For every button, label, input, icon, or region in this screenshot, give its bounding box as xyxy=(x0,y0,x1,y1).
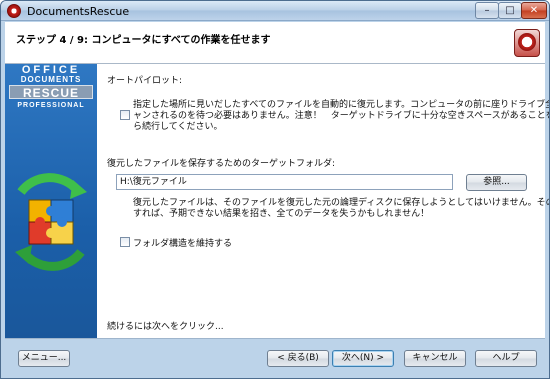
minimize-button[interactable]: – xyxy=(475,2,499,19)
autopilot-desc-line-3: ら続行してください。 xyxy=(133,122,223,132)
logo-ring xyxy=(518,33,536,51)
help-button[interactable]: ヘルプ xyxy=(475,350,537,367)
browse-button[interactable]: 参照... xyxy=(466,174,527,191)
wizard-header: ステップ 4 / 9: コンピュータにすべての作業を任せます xyxy=(5,22,545,64)
app-window: DocumentsRescue – □ ✕ ステップ 4 / 9: コンピュータ… xyxy=(0,0,550,379)
autopilot-label: オートパイロット: xyxy=(107,76,183,86)
lifebuoy-logo-icon xyxy=(514,29,540,57)
back-button[interactable]: < 戻る(B) xyxy=(267,350,329,367)
cancel-button[interactable]: キャンセル xyxy=(404,350,466,367)
menu-button[interactable]: メニュー... xyxy=(18,350,70,367)
brand-sidebar: OFFICE DOCUMENTS RESCUE PROFESSIONAL xyxy=(5,64,97,338)
window-title: DocumentsRescue xyxy=(27,5,130,18)
step-title: ステップ 4 / 9: コンピュータにすべての作業を任せます xyxy=(16,35,271,46)
brand-professional: PROFESSIONAL xyxy=(17,102,85,109)
brand-rescue: RESCUE xyxy=(9,85,93,100)
autopilot-checkbox[interactable] xyxy=(120,110,130,120)
target-folder-label: 復元したファイルを保存するためのターゲットフォルダ: xyxy=(107,159,336,169)
footer-separator xyxy=(5,338,545,339)
warning-line-2: すれば、予期できない結果を招き、全てのデータを失うかもしれません！ xyxy=(133,209,430,219)
close-button[interactable]: ✕ xyxy=(521,2,547,19)
keep-structure-checkbox[interactable] xyxy=(120,237,130,247)
next-button[interactable]: 次へ(N) > xyxy=(332,350,394,367)
keep-structure-label[interactable]: フォルダ構造を維持する xyxy=(133,236,232,249)
wizard-content: オートパイロット: 指定した場所に見いだしたすべてのファイルを自動的に復元します… xyxy=(97,64,549,338)
maximize-button[interactable]: □ xyxy=(498,2,522,19)
target-folder-input[interactable]: H:\復元ファイル xyxy=(116,174,453,190)
brand-documents: DOCUMENTS xyxy=(20,75,82,84)
puzzle-recycle-icon xyxy=(15,173,87,271)
title-bar[interactable]: DocumentsRescue – □ ✕ xyxy=(1,1,549,21)
app-logo-icon xyxy=(7,4,21,18)
continue-hint: 続けるには次へをクリック... xyxy=(107,322,224,332)
